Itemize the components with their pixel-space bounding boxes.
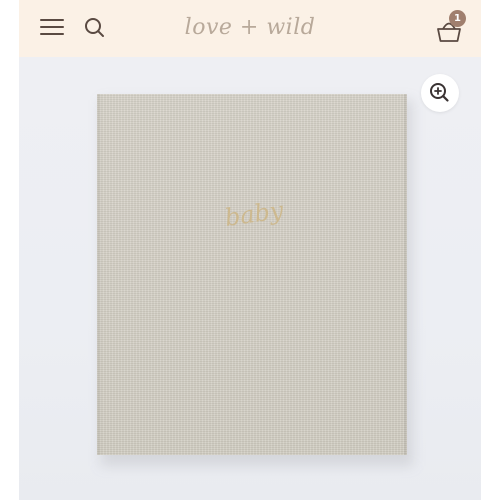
product-image-book-cover[interactable]: [97, 94, 407, 455]
book-spine: [97, 94, 102, 455]
search-icon: [85, 18, 104, 37]
zoom-button[interactable]: [421, 74, 459, 112]
zoom-in-icon: [430, 83, 449, 102]
menu-button[interactable]: [39, 16, 65, 38]
book-edge: [404, 94, 407, 455]
cart-count-badge: 1: [449, 10, 466, 27]
site-logo[interactable]: love + wild: [169, 11, 331, 45]
product-image-gallery[interactable]: baby: [19, 57, 481, 500]
search-button[interactable]: [83, 16, 107, 40]
site-header: love + wild: [19, 0, 481, 57]
app-frame: love + wild baby 1: [19, 0, 481, 500]
